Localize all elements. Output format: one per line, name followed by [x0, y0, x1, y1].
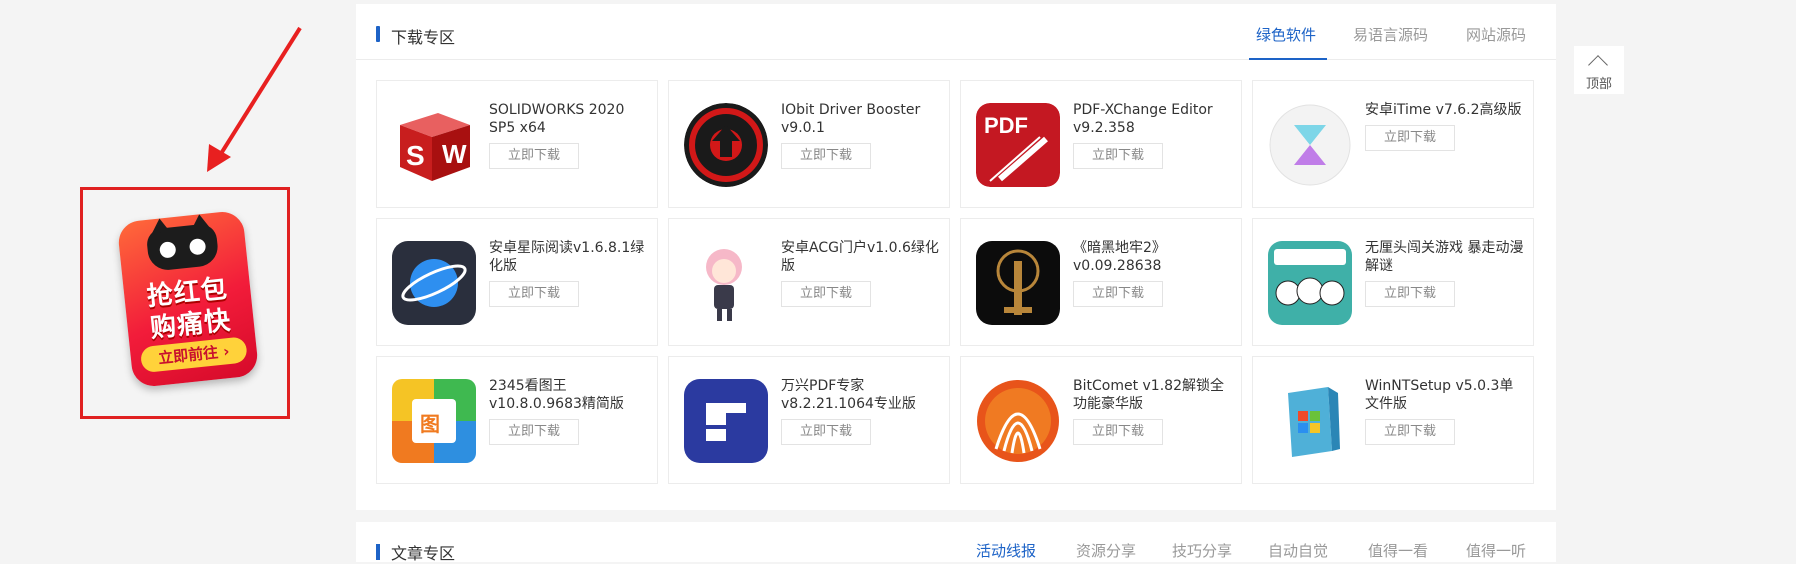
- back-to-top-button[interactable]: 顶部: [1574, 46, 1624, 94]
- tab-green-software[interactable]: 绿色软件: [1256, 24, 1316, 45]
- tab-resource-share[interactable]: 资源分享: [1076, 540, 1136, 561]
- title-accent-bar: [376, 26, 380, 42]
- tab-worth-seeing[interactable]: 值得一看: [1368, 540, 1428, 561]
- solidworks-icon: S W: [392, 103, 476, 187]
- app-card[interactable]: 无厘头闯关游戏 暴走动漫解谜 立即下载: [1252, 218, 1534, 346]
- app-name[interactable]: WinNTSetup v5.0.3单文件版: [1365, 377, 1525, 413]
- app-card[interactable]: 安卓星际阅读v1.6.8.1绿化版 立即下载: [376, 218, 658, 346]
- svg-text:W: W: [442, 139, 467, 169]
- app-card[interactable]: 安卓iTime v7.6.2高级版 立即下载: [1252, 80, 1534, 208]
- 2345-viewer-icon: 图: [392, 379, 476, 463]
- wondershare-pdf-icon: [684, 379, 768, 463]
- download-button[interactable]: 立即下载: [1365, 281, 1455, 307]
- app-name[interactable]: 万兴PDF专家v8.2.21.1064专业版: [781, 377, 941, 413]
- pdf-xchange-icon: PDF: [976, 103, 1060, 187]
- tab-worth-hearing[interactable]: 值得一听: [1466, 540, 1526, 561]
- app-card[interactable]: BitComet v1.82解锁全功能豪华版 立即下载: [960, 356, 1242, 484]
- tab-website-source[interactable]: 网站源码: [1466, 24, 1526, 45]
- section-header: 下载专区 绿色软件 易语言源码 网站源码: [356, 4, 1556, 60]
- app-card[interactable]: PDF PDF-XChange Editor v9.2.358 立即下载: [960, 80, 1242, 208]
- article-section: 文章专区 活动线报 资源分享 技巧分享 自动自觉 值得一看 值得一听: [356, 522, 1556, 563]
- download-button[interactable]: 立即下载: [1073, 143, 1163, 169]
- app-name[interactable]: IObit Driver Booster v9.0.1: [781, 101, 941, 137]
- title-accent-bar: [376, 544, 380, 560]
- annotation-arrow: [207, 26, 302, 172]
- app-name[interactable]: 安卓星际阅读v1.6.8.1绿化版: [489, 239, 649, 275]
- planet-reader-icon: [392, 241, 476, 325]
- app-card[interactable]: 《暗黑地牢2》v0.09.28638 立即下载: [960, 218, 1242, 346]
- itime-icon: [1268, 103, 1352, 187]
- app-name[interactable]: BitComet v1.82解锁全功能豪华版: [1073, 377, 1233, 413]
- download-section: 下载专区 绿色软件 易语言源码 网站源码 S W SOLIDWORKS 2020…: [356, 4, 1556, 510]
- app-name[interactable]: 安卓iTime v7.6.2高级版: [1365, 101, 1525, 119]
- app-name[interactable]: SOLIDWORKS 2020 SP5 x64: [489, 101, 649, 137]
- download-button[interactable]: 立即下载: [489, 281, 579, 307]
- app-card[interactable]: 安卓ACG门户v1.0.6绿化版 立即下载: [668, 218, 950, 346]
- svg-text:图: 图: [420, 413, 440, 436]
- app-card[interactable]: WinNTSetup v5.0.3单文件版 立即下载: [1252, 356, 1534, 484]
- download-button[interactable]: 立即下载: [781, 419, 871, 445]
- anime-girl-icon: [684, 241, 768, 325]
- download-button[interactable]: 立即下载: [489, 143, 579, 169]
- chevron-up-icon: [1588, 55, 1608, 75]
- app-name[interactable]: 2345看图王v10.8.0.9683精简版: [489, 377, 649, 413]
- section-title: 下载专区: [391, 28, 456, 47]
- tmall-cat-icon: [145, 222, 220, 272]
- download-button[interactable]: 立即下载: [1073, 419, 1163, 445]
- active-tab-indicator: [1249, 58, 1327, 60]
- app-card[interactable]: 万兴PDF专家v8.2.21.1064专业版 立即下载: [668, 356, 950, 484]
- app-card[interactable]: 图 2345看图王v10.8.0.9683精简版 立即下载: [376, 356, 658, 484]
- download-button[interactable]: 立即下载: [781, 281, 871, 307]
- app-name[interactable]: 《暗黑地牢2》v0.09.28638: [1073, 239, 1233, 275]
- download-button[interactable]: 立即下载: [1073, 281, 1163, 307]
- bitcomet-icon: [976, 379, 1060, 463]
- tab-self[interactable]: 自动自觉: [1268, 540, 1328, 561]
- app-name[interactable]: 无厘头闯关游戏 暴走动漫解谜: [1365, 239, 1525, 275]
- app-name[interactable]: 安卓ACG门户v1.0.6绿化版: [781, 239, 941, 275]
- download-button[interactable]: 立即下载: [489, 419, 579, 445]
- section-title: 文章专区: [391, 544, 456, 563]
- promo-highlight-box: 抢红包 购痛快 立即前往 ›: [80, 187, 290, 419]
- app-card[interactable]: IObit Driver Booster v9.0.1 立即下载: [668, 80, 950, 208]
- svg-text:PDF: PDF: [984, 113, 1028, 138]
- tab-tips-share[interactable]: 技巧分享: [1172, 540, 1232, 561]
- back-to-top-label: 顶部: [1585, 77, 1612, 92]
- download-button[interactable]: 立即下载: [1365, 125, 1455, 151]
- red-packet-promo-ad[interactable]: 抢红包 购痛快 立即前往 ›: [116, 209, 260, 389]
- app-name[interactable]: PDF-XChange Editor v9.2.358: [1073, 101, 1233, 137]
- download-button[interactable]: 立即下载: [1365, 419, 1455, 445]
- winntsetup-icon: [1268, 379, 1352, 463]
- svg-text:S: S: [406, 140, 425, 171]
- rage-comic-icon: [1268, 241, 1352, 325]
- app-card[interactable]: S W SOLIDWORKS 2020 SP5 x64 立即下载: [376, 80, 658, 208]
- darkest-dungeon-icon: [976, 241, 1060, 325]
- tab-activity[interactable]: 活动线报: [976, 540, 1036, 561]
- tab-e-language-source[interactable]: 易语言源码: [1353, 24, 1428, 45]
- download-button[interactable]: 立即下载: [781, 143, 871, 169]
- driver-booster-icon: [684, 103, 768, 187]
